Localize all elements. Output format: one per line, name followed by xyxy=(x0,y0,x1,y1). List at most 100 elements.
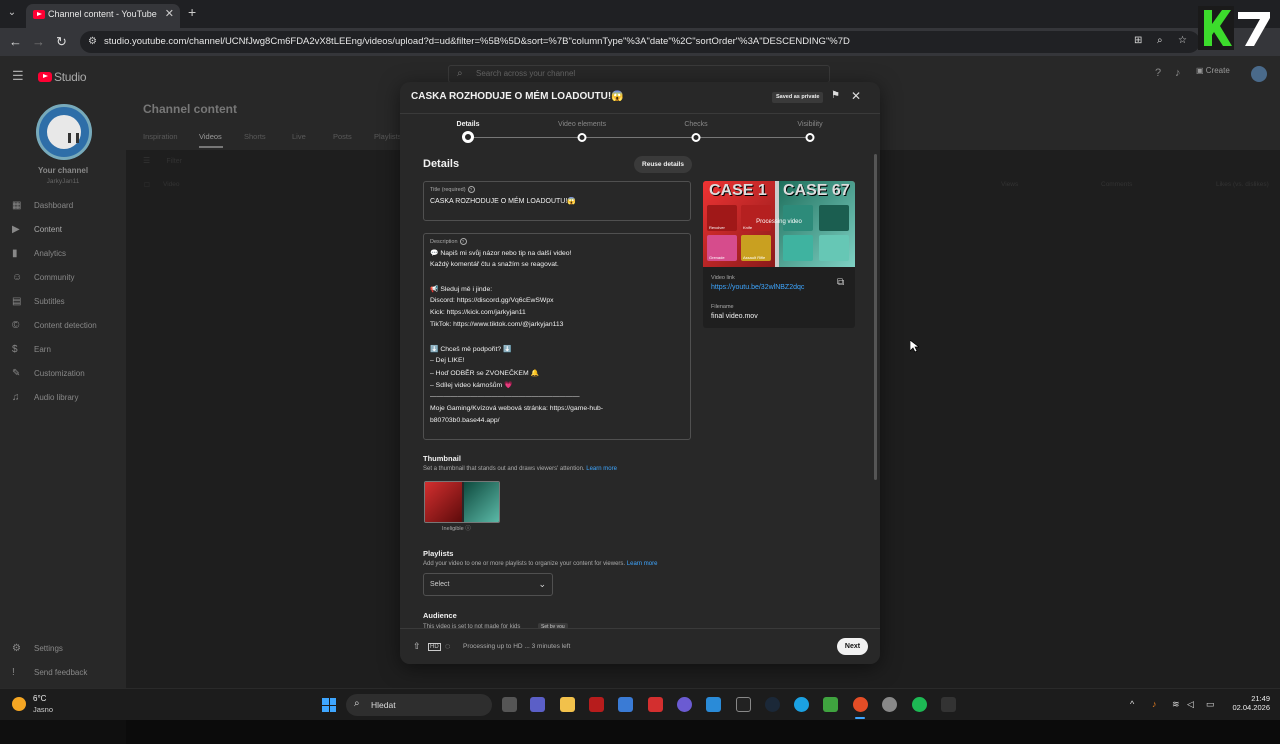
step-label-details[interactable]: Details xyxy=(457,121,480,128)
menu-icon[interactable]: ☰ xyxy=(12,68,24,84)
bookmark-star-icon[interactable]: ☆ xyxy=(1178,35,1187,46)
weather-moon-icon[interactable] xyxy=(12,697,26,711)
teams-icon[interactable] xyxy=(530,697,545,712)
url-text: studio.youtube.com/channel/UCNfJwg8Cm6FD… xyxy=(104,36,850,47)
microphone-icon[interactable]: ♪ xyxy=(1152,699,1157,709)
video-link[interactable]: https://youtu.be/32wlNBZ2dqc xyxy=(711,284,804,291)
tab-search-chevron-icon[interactable]: ⌄ xyxy=(4,5,20,21)
description-line: Discord: https://discord.gg/Vq6cEwSWpx xyxy=(430,297,554,304)
terminal-icon[interactable] xyxy=(941,697,956,712)
preview-case-right: CASE 67 xyxy=(783,182,850,199)
feedback-icon[interactable]: ⚑ xyxy=(831,90,840,101)
sidebar-item-content[interactable]: ▶ Content xyxy=(12,224,124,240)
stepper-line xyxy=(468,137,810,138)
media-player-icon[interactable] xyxy=(677,697,692,712)
sidebar-item-analytics[interactable]: ▮ Analytics xyxy=(12,248,124,264)
sidebar-item-label: Analytics xyxy=(34,249,67,258)
url-field[interactable]: ⚙ studio.youtube.com/channel/UCNfJwg8Cm6… xyxy=(80,31,1200,53)
tab-live[interactable]: Live xyxy=(292,132,306,141)
copy-icon[interactable]: ⧉ xyxy=(837,277,844,288)
zoom-icon[interactable]: ⌕ xyxy=(1157,35,1163,46)
steam-icon[interactable] xyxy=(765,697,780,712)
file-explorer-icon[interactable] xyxy=(560,697,575,712)
video-preview[interactable]: CASE 1 CASE 67 Revolver Knife Grenade As… xyxy=(703,181,855,267)
thumbnail-learn-more-link[interactable]: Learn more xyxy=(586,466,617,472)
content-icon: ▶ xyxy=(12,224,20,235)
tab-inspiration[interactable]: Inspiration xyxy=(143,132,178,141)
site-info-icon[interactable]: ⚙ xyxy=(88,36,97,47)
tab-videos[interactable]: Videos xyxy=(199,132,222,141)
playlists-learn-more-link[interactable]: Learn more xyxy=(627,561,658,567)
tab-shorts[interactable]: Shorts xyxy=(244,132,266,141)
reuse-details-button[interactable]: Reuse details xyxy=(634,156,692,173)
task-view-icon[interactable] xyxy=(502,697,517,712)
next-button[interactable]: Next xyxy=(837,638,868,655)
description-line: – Sdílej video kámošům 💗 xyxy=(430,382,513,389)
description-line: ⬇️ Chceš mě podpořit? ⬇️ xyxy=(430,346,512,353)
sidebar-item-community[interactable]: ☺ Community xyxy=(12,272,124,288)
spotify-icon[interactable] xyxy=(912,697,927,712)
title-field[interactable]: Title (required)? CASKA ROZHODUJE O MÉM … xyxy=(423,181,691,221)
epic-games-icon[interactable] xyxy=(736,697,751,712)
minecraft-icon[interactable] xyxy=(823,697,838,712)
tab-playlists[interactable]: Playlists xyxy=(374,132,402,141)
tab-posts[interactable]: Posts xyxy=(333,132,352,141)
create-button[interactable]: ▣ Create xyxy=(1196,66,1230,75)
step-dot-details[interactable] xyxy=(462,131,474,143)
channel-avatar[interactable] xyxy=(36,104,92,160)
sidebar-item-customization[interactable]: ✎ Customization xyxy=(12,368,124,384)
step-dot-video-elements[interactable] xyxy=(577,133,587,142)
back-arrow-icon[interactable]: ← xyxy=(9,34,22,49)
sidebar-item-settings[interactable]: ⚙ Settings xyxy=(12,643,124,659)
sidebar-item-earn[interactable]: $ Earn xyxy=(12,344,124,360)
obs-icon[interactable] xyxy=(882,697,897,712)
notifications-bell-icon[interactable]: ♪ xyxy=(1175,67,1181,79)
sidebar-item-subtitles[interactable]: ▤ Subtitles xyxy=(12,296,124,312)
help-icon[interactable]: ? xyxy=(1155,67,1161,79)
photos-icon[interactable] xyxy=(706,697,721,712)
sidebar-item-content-detection[interactable]: © Content detection xyxy=(12,320,124,336)
studio-search-input[interactable]: ⌕ Search across your channel xyxy=(448,65,830,83)
close-icon[interactable]: ✕ xyxy=(851,89,861,103)
step-dot-visibility[interactable] xyxy=(805,133,815,142)
app-icon[interactable] xyxy=(589,697,604,712)
windows-start-icon[interactable] xyxy=(322,698,336,712)
taskbar-search[interactable]: ⌕ Hledat xyxy=(346,694,492,716)
weather-condition[interactable]: Jasno xyxy=(33,705,53,714)
forward-arrow-icon[interactable]: → xyxy=(32,34,45,49)
earn-icon: $ xyxy=(12,344,18,355)
step-label-video-elements[interactable]: Video elements xyxy=(558,121,606,128)
edge-icon[interactable] xyxy=(794,697,809,712)
title-value[interactable]: CASKA ROZHODUJE O MÉM LOADOUTU!😱 xyxy=(430,197,576,205)
account-avatar[interactable] xyxy=(1251,66,1267,82)
volume-icon[interactable]: ◁ xyxy=(1187,699,1194,710)
wifi-icon[interactable]: ≋ xyxy=(1172,699,1180,710)
preview-tile xyxy=(819,205,849,231)
step-dot-checks[interactable] xyxy=(691,133,701,142)
store-icon[interactable] xyxy=(618,697,633,712)
reload-icon[interactable]: ↻ xyxy=(56,34,67,50)
step-label-visibility[interactable]: Visibility xyxy=(797,121,822,128)
preview-tile xyxy=(819,235,849,261)
dialog-scrollbar[interactable] xyxy=(874,154,877,480)
sidebar-item-send-feedback[interactable]: ! Send feedback xyxy=(12,667,124,683)
description-line: Kick: https://kick.com/jarkyjan11 xyxy=(430,309,526,316)
browser-tab[interactable]: Channel content - YouTube Studio ✕ xyxy=(26,4,180,28)
sidebar-item-audio-library[interactable]: ♫ Audio library xyxy=(12,392,124,408)
translate-icon[interactable]: ⊞ xyxy=(1134,35,1142,46)
weather-temperature[interactable]: 6°C xyxy=(33,694,46,703)
description-field[interactable]: Description? 💬 Napiš mi svůj názor nebo … xyxy=(423,233,691,440)
settings-icon: ⚙ xyxy=(12,643,21,654)
battery-icon[interactable]: ▭ xyxy=(1206,699,1215,710)
playlist-select[interactable]: Select ⌄ xyxy=(423,573,553,596)
new-tab-icon[interactable]: + xyxy=(188,4,196,20)
tab-close-icon[interactable]: ✕ xyxy=(165,7,174,20)
step-label-checks[interactable]: Checks xyxy=(684,121,707,128)
tray-chevron-icon[interactable]: ^ xyxy=(1130,699,1134,709)
thumbnail-option[interactable] xyxy=(424,481,500,523)
studio-logo[interactable]: Studio xyxy=(38,68,87,86)
chrome-icon[interactable] xyxy=(853,697,868,712)
app-l-icon[interactable] xyxy=(648,697,663,712)
sidebar-item-dashboard[interactable]: ▦ Dashboard xyxy=(12,200,124,216)
taskbar-clock[interactable]: 21:49 02.04.2026 xyxy=(1230,694,1270,712)
